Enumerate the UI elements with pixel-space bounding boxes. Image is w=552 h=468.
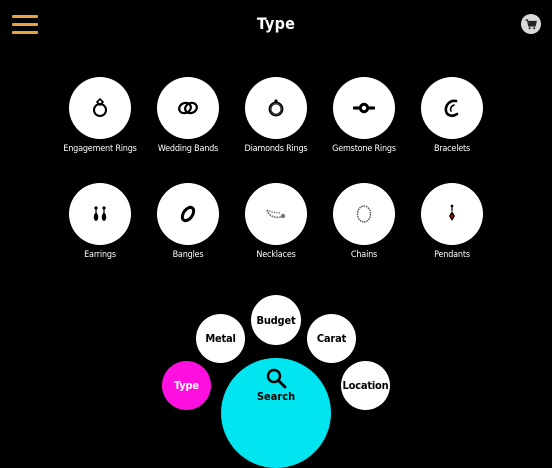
category-chains[interactable]: Chains <box>319 183 409 260</box>
category-wedding-bands[interactable]: Wedding Bands <box>143 77 233 154</box>
search-label: Search <box>256 390 296 403</box>
chain-icon <box>356 205 372 223</box>
category-label: Bangles <box>172 250 204 260</box>
category-label: Earrings <box>84 250 116 260</box>
category-earrings[interactable]: Earrings <box>55 183 145 260</box>
filter-carat-button[interactable]: Carat <box>307 314 356 363</box>
bangle-icon <box>180 205 196 223</box>
category-label: Chains <box>350 250 378 260</box>
category-pendants[interactable]: Pendants <box>407 183 497 260</box>
category-label: Bracelets <box>433 144 471 154</box>
category-label: Wedding Bands <box>157 144 219 154</box>
earrings-icon <box>93 206 107 221</box>
category-bangles[interactable]: Bangles <box>143 183 233 260</box>
pendant-icon <box>449 204 455 221</box>
filter-type-label: Type <box>174 379 199 392</box>
filter-metal-label: Metal <box>205 332 236 345</box>
category-engagement-rings[interactable]: Engagement Rings <box>55 77 145 154</box>
search-icon <box>266 368 287 389</box>
wedding-bands-icon <box>178 101 198 115</box>
category-bracelets[interactable]: Bracelets <box>407 77 497 154</box>
category-grid: Engagement Rings Wedding Bands Diamonds … <box>0 0 552 414</box>
search-button[interactable]: Search <box>221 358 331 468</box>
necklace-icon <box>266 209 286 219</box>
category-diamonds-rings[interactable]: Diamonds Rings <box>231 77 321 154</box>
bracelet-icon <box>444 99 459 117</box>
filter-type-button[interactable]: Type <box>162 361 211 410</box>
category-label: Pendants <box>434 250 470 260</box>
category-label: Engagement Rings <box>63 144 137 154</box>
gemstone-ring-icon <box>353 102 375 114</box>
category-label: Gemstone Rings <box>332 144 396 154</box>
diamond-ring-icon <box>268 99 284 117</box>
filter-budget-button[interactable]: Budget <box>251 295 301 345</box>
filter-carat-label: Carat <box>316 332 347 345</box>
category-label: Diamonds Rings <box>244 144 308 154</box>
filter-metal-button[interactable]: Metal <box>196 314 245 363</box>
filter-budget-label: Budget <box>256 313 296 327</box>
category-necklaces[interactable]: Necklaces <box>231 183 321 260</box>
filter-location-label: Location <box>342 379 389 392</box>
category-label: Necklaces <box>256 250 296 260</box>
engagement-ring-icon <box>93 97 107 117</box>
category-gemstone-rings[interactable]: Gemstone Rings <box>319 77 409 154</box>
filter-location-button[interactable]: Location <box>341 361 390 410</box>
